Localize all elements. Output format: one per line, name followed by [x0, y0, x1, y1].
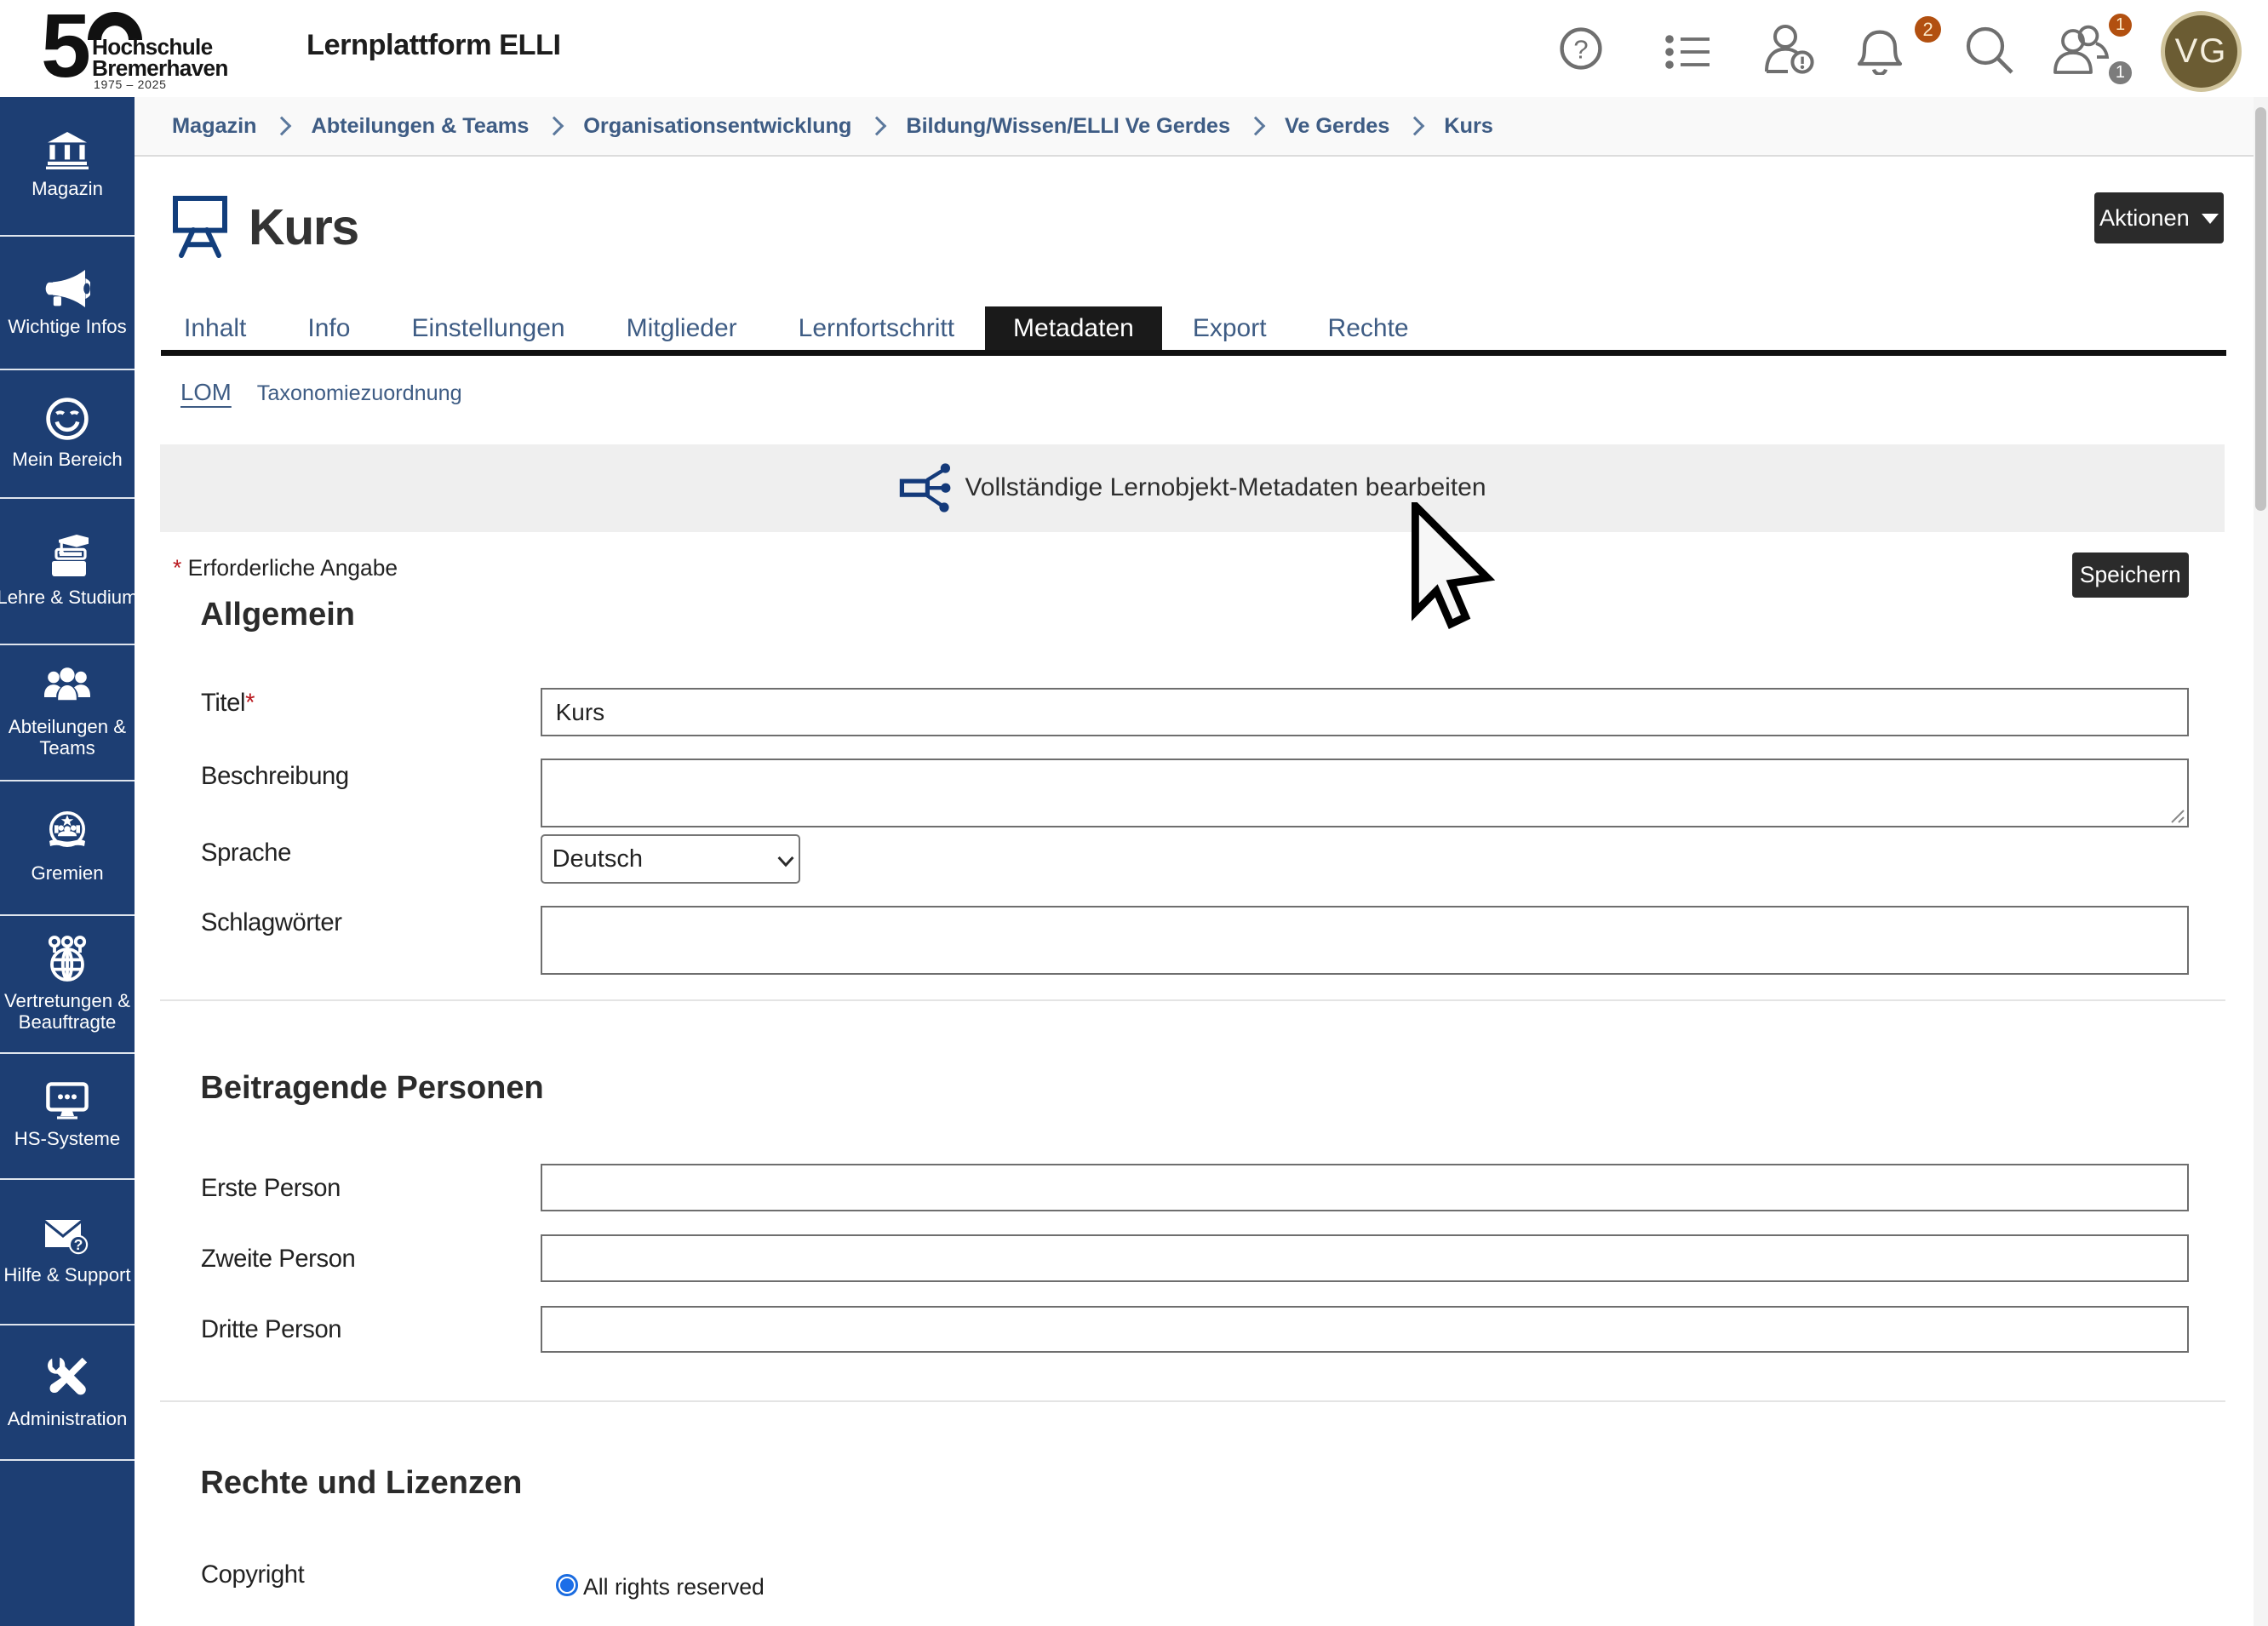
svg-text:?: ? [74, 1236, 83, 1253]
svg-text:?: ? [1573, 35, 1588, 65]
